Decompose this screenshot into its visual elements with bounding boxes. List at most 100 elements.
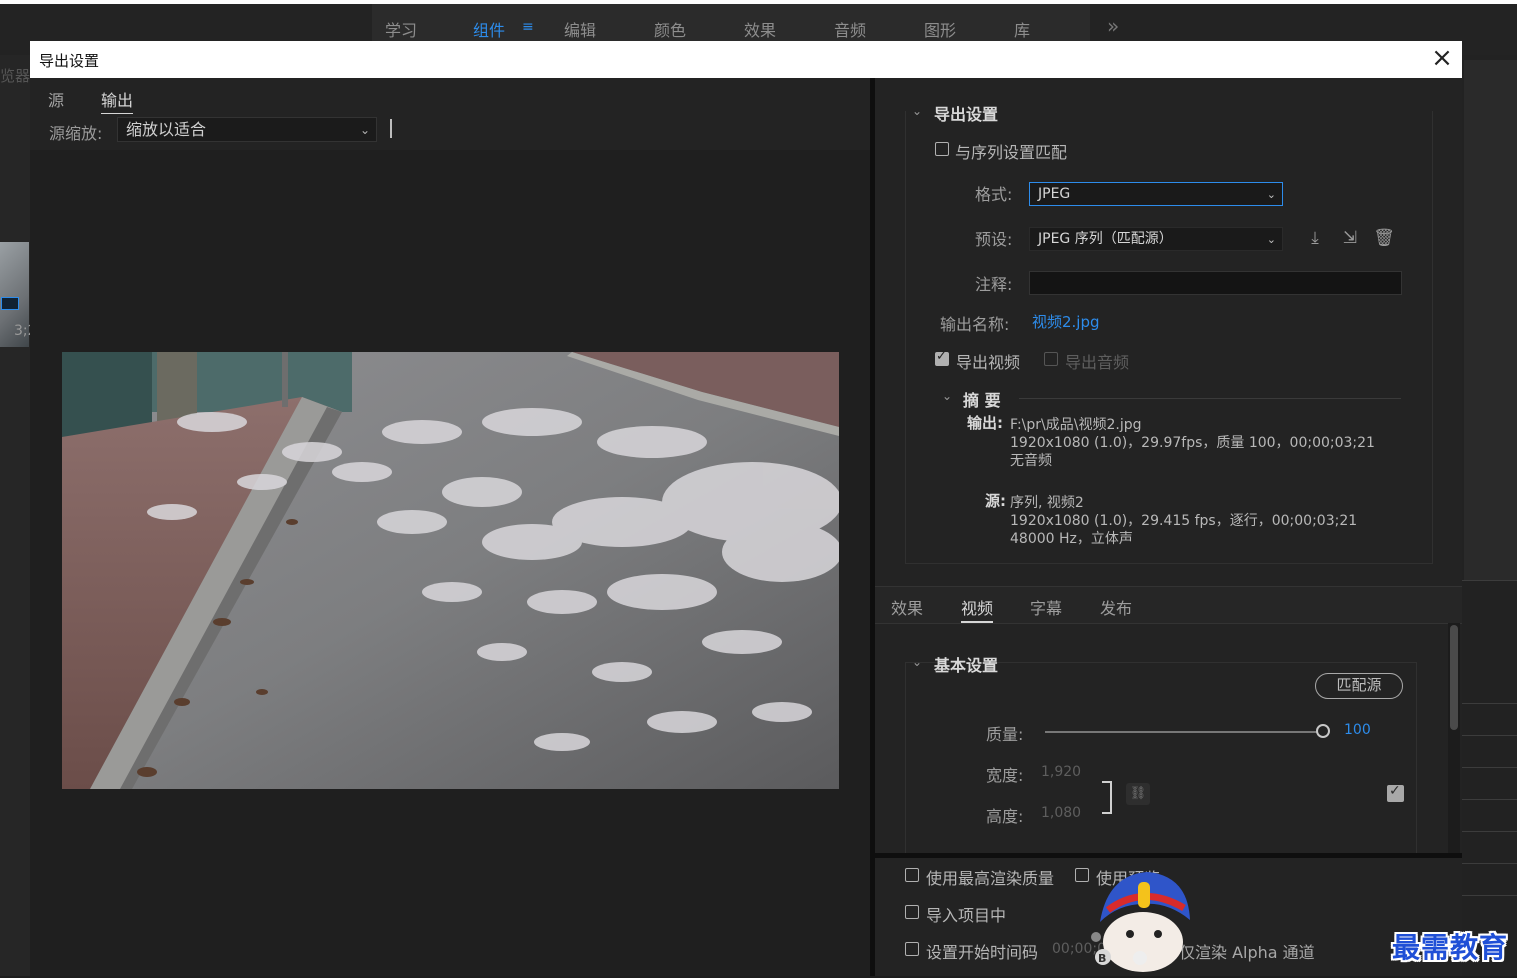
tab-captions[interactable]: 字幕 xyxy=(1030,595,1062,619)
chevron-down-icon: ⌄ xyxy=(1266,188,1276,201)
export-audio-label: 导出音频 xyxy=(1065,353,1130,372)
ws-tab-graphics[interactable]: 图形 xyxy=(924,17,956,41)
source-scale-select[interactable]: 缩放以适合 ⌄ xyxy=(117,117,377,142)
export-audio-checkbox[interactable] xyxy=(1044,352,1058,366)
background-panel xyxy=(1464,60,1517,580)
ws-tab-libraries[interactable]: 库 xyxy=(1014,17,1030,41)
delete-preset-icon[interactable]: 🗑 xyxy=(1372,226,1396,250)
basic-settings-header[interactable]: 基本设置 xyxy=(934,652,998,676)
output-name-link[interactable]: 视频2.jpg xyxy=(1032,311,1100,332)
menu-icon[interactable]: ≡ xyxy=(522,19,534,35)
summary-output-line: 1920x1080 (1.0)，29.97fps，质量 100，00;00;03… xyxy=(1010,435,1375,451)
output-name-label: 输出名称: xyxy=(940,315,1010,334)
chevron-down-icon: ⌄ xyxy=(359,123,370,137)
width-label: 宽度: xyxy=(986,766,1024,785)
summary-output-line: F:\pr\成品\视频2.jpg xyxy=(1010,417,1142,433)
panel-divider xyxy=(1462,735,1517,736)
watermark-mascot-icon: B xyxy=(1088,862,1198,974)
tab-video[interactable]: 视频 xyxy=(961,595,994,623)
quality-slider-track[interactable] xyxy=(1045,731,1323,733)
clip-badge-icon xyxy=(1,297,19,310)
comment-label: 注释: xyxy=(975,275,1013,294)
export-video-label: 导出视频 xyxy=(956,353,1021,372)
ws-tab-audio[interactable]: 音频 xyxy=(834,17,866,41)
import-preset-icon[interactable]: ⇲ xyxy=(1338,226,1362,250)
tab-output[interactable]: 输出 xyxy=(101,87,134,115)
tab-effects[interactable]: 效果 xyxy=(891,595,923,619)
settings-pane: ⌄ 导出设置 与序列设置匹配 格式: JPEG ⌄ 预设: JPEG 序列（匹配… xyxy=(875,78,1462,976)
summary-source-line: 48000 Hz，立体声 xyxy=(1010,531,1133,547)
ws-tab-editing[interactable]: 编辑 xyxy=(564,17,596,41)
summary-source-key: 源: xyxy=(985,492,1006,510)
quality-value[interactable]: 100 xyxy=(1344,722,1371,738)
panel-label: 览器 xyxy=(0,67,31,85)
comment-input[interactable] xyxy=(1029,271,1402,295)
match-sequence-checkbox[interactable] xyxy=(935,142,949,156)
chevron-down-icon: ⌄ xyxy=(1266,233,1276,246)
dialog-title: 导出设置 xyxy=(39,52,100,70)
height-label: 高度: xyxy=(986,807,1024,826)
chevron-down-icon[interactable]: ⌄ xyxy=(912,104,922,118)
preset-value: JPEG 序列（匹配源） xyxy=(1038,231,1173,247)
svg-text:B: B xyxy=(1098,952,1106,965)
source-scale-value: 缩放以适合 xyxy=(126,120,207,139)
use-previews-checkbox[interactable] xyxy=(1075,868,1089,882)
text-caret xyxy=(390,119,392,138)
match-source-button[interactable]: 匹配源 xyxy=(1315,673,1403,699)
import-into-project-checkbox[interactable] xyxy=(905,905,919,919)
export-settings-header[interactable]: 导出设置 xyxy=(934,101,998,125)
set-start-timecode-label: 设置开始时间码 xyxy=(926,943,1039,962)
height-value[interactable]: 1,080 xyxy=(1041,805,1081,821)
ws-tab-assembly[interactable]: 组件 xyxy=(473,17,505,41)
max-render-quality-label: 使用最高渲染质量 xyxy=(926,869,1055,888)
summary-source-line: 1920x1080 (1.0)，29.415 fps，逐行，00;00;03;2… xyxy=(1010,513,1358,529)
close-icon[interactable]: × xyxy=(1431,45,1453,71)
ws-tab-effects[interactable]: 效果 xyxy=(744,17,776,41)
scrollbar-thumb[interactable] xyxy=(1450,625,1458,730)
background-left-panel: 览器 3;2 xyxy=(0,55,37,976)
summary-header[interactable]: 摘 要 xyxy=(963,387,1001,411)
panel-divider xyxy=(1462,799,1517,800)
tab-publish[interactable]: 发布 xyxy=(1100,595,1132,619)
chevron-down-icon[interactable]: ⌄ xyxy=(912,655,922,669)
preset-select[interactable]: JPEG 序列（匹配源） ⌄ xyxy=(1029,227,1283,251)
source-scale-label: 源缩放: xyxy=(49,124,103,143)
match-sequence-label: 与序列设置匹配 xyxy=(955,143,1068,162)
summary-output-line: 无音频 xyxy=(1010,453,1052,469)
overflow-chevron-icon[interactable]: » xyxy=(1107,14,1119,38)
panel-divider xyxy=(1462,580,1517,581)
summary-divider xyxy=(1019,398,1401,399)
dimension-override-checkbox[interactable] xyxy=(1387,783,1404,802)
width-value[interactable]: 1,920 xyxy=(1041,764,1081,780)
tab-source[interactable]: 源 xyxy=(48,87,64,111)
chevron-down-icon[interactable]: ⌄ xyxy=(942,389,952,403)
summary-source-line: 序列, 视频2 xyxy=(1010,495,1084,511)
format-select[interactable]: JPEG ⌄ xyxy=(1029,182,1283,206)
export-video-checkbox[interactable] xyxy=(935,349,949,366)
preview-pane: 源 输出 源缩放: 缩放以适合 ⌄ xyxy=(30,78,870,976)
format-label: 格式: xyxy=(975,185,1013,204)
panel-divider xyxy=(1462,895,1517,896)
max-render-quality-checkbox[interactable] xyxy=(905,868,919,882)
alpha-only-label: 仅渲染 Alpha 通道 xyxy=(1179,943,1315,962)
panel-divider xyxy=(1462,863,1517,864)
import-into-project-label: 导入项目中 xyxy=(926,906,1007,925)
dialog-titlebar: 导出设置 × xyxy=(30,41,1462,78)
link-icon[interactable]: ⛓ xyxy=(1126,783,1150,805)
quality-slider-thumb[interactable] xyxy=(1316,724,1330,738)
save-preset-icon[interactable]: ⤓ xyxy=(1303,226,1327,250)
format-value: JPEG xyxy=(1038,186,1071,202)
quality-label: 质量: xyxy=(986,725,1024,744)
source-scale-row: 源缩放: 缩放以适合 ⌄ xyxy=(30,114,870,150)
panel-divider xyxy=(1462,767,1517,768)
ws-tab-learn[interactable]: 学习 xyxy=(385,17,417,41)
ws-tab-color[interactable]: 颜色 xyxy=(654,17,686,41)
summary-output-key: 输出: xyxy=(967,414,1003,432)
background-right-panel xyxy=(1462,55,1517,976)
panel-divider xyxy=(1462,831,1517,832)
panel-divider xyxy=(1462,703,1517,704)
preset-label: 预设: xyxy=(975,230,1013,249)
settings-scrollbar[interactable] xyxy=(1448,623,1460,853)
watermark-text: 最需教育 xyxy=(1392,931,1509,964)
set-start-timecode-checkbox[interactable] xyxy=(905,942,919,956)
